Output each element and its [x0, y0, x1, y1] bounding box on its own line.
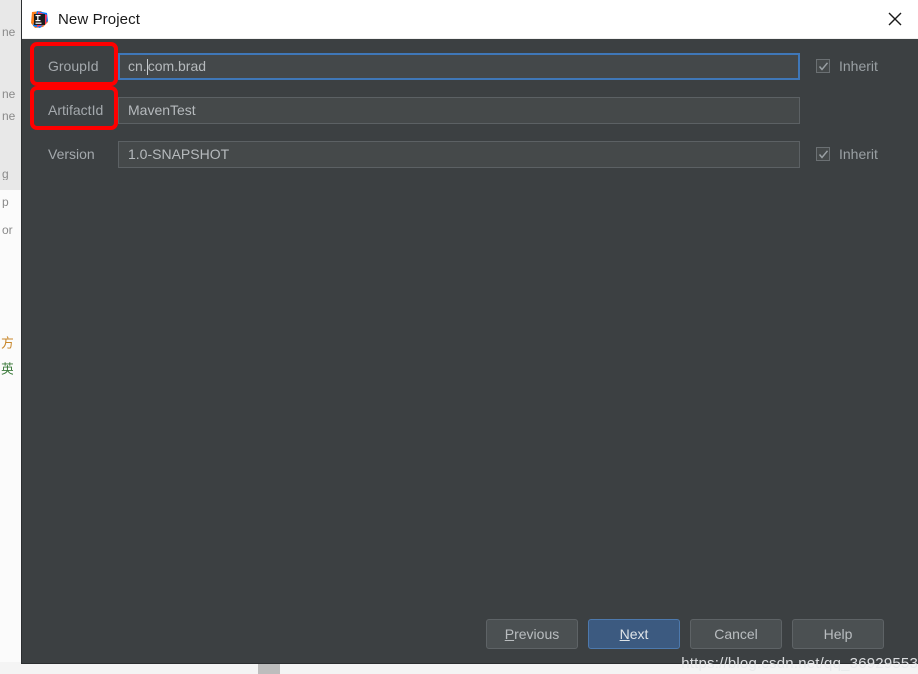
next-button-label: ext: [629, 626, 649, 642]
background-text-fragment: or: [2, 224, 13, 236]
groupid-inherit-label: Inherit: [839, 58, 878, 74]
previous-button-label: revious: [514, 626, 560, 642]
artifactid-label: ArtifactId: [48, 102, 104, 118]
background-text-fragment: ne: [2, 26, 16, 38]
cancel-button-label: Cancel: [714, 626, 758, 642]
groupid-value-before-caret: cn.: [128, 58, 147, 74]
artifactid-input[interactable]: MavenTest: [118, 96, 800, 124]
version-inherit-label: Inherit: [839, 146, 878, 162]
form-row-groupid: GroupId cn. com.brad Inherit: [22, 42, 918, 86]
form-row-version: Version 1.0-SNAPSHOT Inherit: [22, 139, 918, 169]
artifactid-value: MavenTest: [128, 102, 196, 118]
groupid-inherit-cell[interactable]: Inherit: [800, 58, 908, 74]
close-icon: [888, 12, 902, 26]
background-cjk-fragment: 方: [0, 336, 13, 349]
background-text-fragment: p: [2, 196, 9, 208]
groupid-value-after-caret: com.brad: [147, 58, 207, 74]
groupid-label-annotation: GroupId: [30, 42, 118, 86]
text-caret: [146, 59, 148, 75]
groupid-inherit-checkbox[interactable]: [816, 59, 830, 73]
previous-button[interactable]: Previous: [486, 619, 578, 649]
background-text-fragment: ne: [2, 88, 16, 100]
dialog-title: New Project: [58, 10, 140, 28]
background-text-fragment: g: [2, 168, 9, 180]
cancel-button[interactable]: Cancel: [690, 619, 782, 649]
checkmark-icon: [818, 150, 829, 159]
version-input[interactable]: 1.0-SNAPSHOT: [118, 140, 800, 168]
dialog-body: GroupId cn. com.brad Inherit ArtifactId …: [22, 39, 918, 663]
background-text-fragment: ne: [2, 110, 16, 122]
dialog-titlebar: New Project: [22, 0, 918, 39]
previous-button-mnemonic: P: [504, 626, 515, 642]
artifactid-label-annotation: ArtifactId: [30, 86, 118, 130]
version-label-wrap: Version: [32, 139, 118, 169]
next-button[interactable]: Next: [588, 619, 680, 649]
maven-coordinates-form: GroupId cn. com.brad Inherit ArtifactId …: [22, 39, 918, 169]
new-project-dialog: New Project GroupId cn. com.brad Inherit…: [22, 0, 918, 663]
watermark-url: https://blog.csdn.net/qq_36929553: [681, 655, 918, 672]
groupid-label: GroupId: [48, 58, 99, 74]
next-button-mnemonic: N: [619, 626, 630, 642]
background-cjk-fragment: 英: [0, 362, 13, 375]
version-value: 1.0-SNAPSHOT: [128, 146, 230, 162]
version-label: Version: [48, 146, 95, 162]
intellij-idea-icon: [30, 10, 49, 29]
close-button[interactable]: [872, 1, 918, 38]
background-left-panel-lower: [0, 190, 23, 674]
version-inherit-cell[interactable]: Inherit: [800, 146, 908, 162]
background-bottom-tab: [258, 662, 280, 674]
help-button[interactable]: Help: [792, 619, 884, 649]
dialog-button-bar: Previous Next Cancel Help: [22, 619, 918, 649]
form-row-artifactid: ArtifactId MavenTest: [22, 86, 918, 130]
help-button-label: Help: [823, 626, 853, 642]
version-inherit-checkbox[interactable]: [816, 147, 830, 161]
groupid-input[interactable]: cn. com.brad: [118, 52, 800, 80]
checkmark-icon: [818, 62, 829, 71]
